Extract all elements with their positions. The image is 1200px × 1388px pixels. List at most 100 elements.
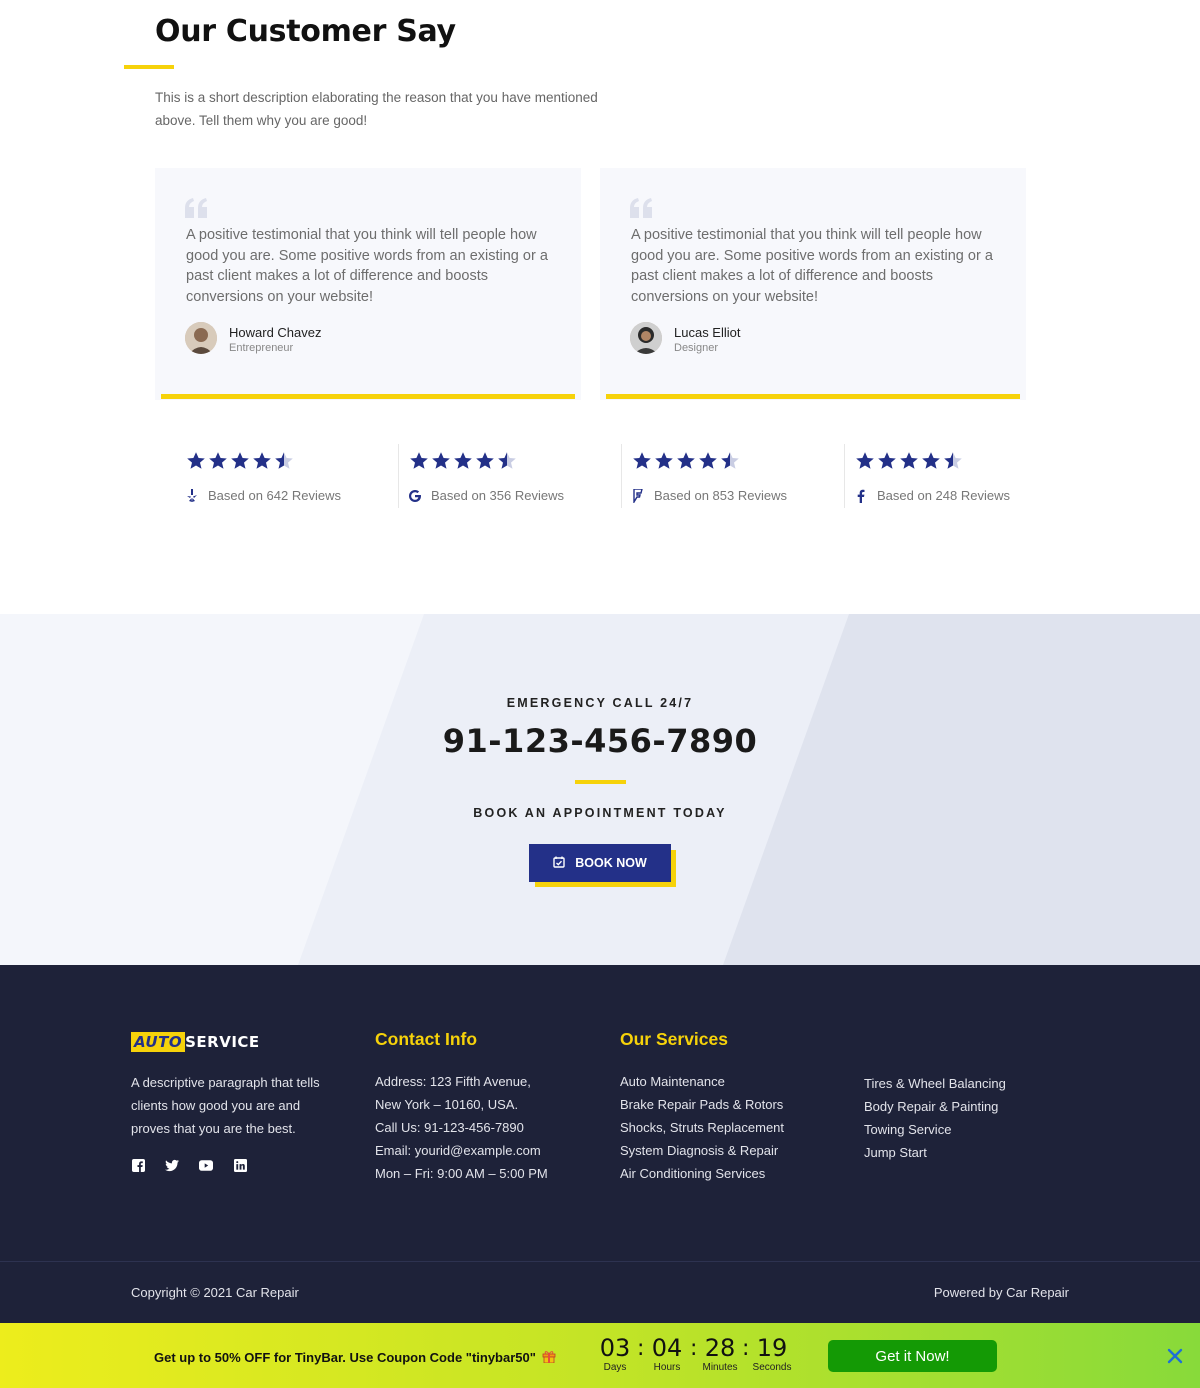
rating-block-foursquare: Based on 853 Reviews xyxy=(622,444,845,508)
star-icon xyxy=(231,452,249,469)
countdown-seconds: 19 Seconds xyxy=(750,1335,794,1373)
countdown-unit: Seconds xyxy=(752,1362,792,1373)
countdown-value: 28 xyxy=(704,1334,736,1362)
star-icon xyxy=(187,452,205,469)
star-rating xyxy=(632,451,740,471)
testimonial-text: A positive testimonial that you think wi… xyxy=(186,227,548,306)
testimonial-card: A positive testimonial that you think wi… xyxy=(155,168,581,400)
emergency-label: EMERGENCY CALL 24/7 xyxy=(506,696,694,710)
star-icon xyxy=(209,452,227,469)
avatar xyxy=(185,322,217,354)
book-now-label: BOOK NOW xyxy=(575,856,647,870)
countdown-unit: Minutes xyxy=(702,1362,738,1373)
star-icon xyxy=(922,452,940,469)
service-link[interactable]: Brake Repair Pads & Rotors xyxy=(620,1093,784,1116)
star-icon xyxy=(699,452,717,469)
author-name: Howard Chavez xyxy=(229,325,322,340)
services-list: Auto Maintenance Brake Repair Pads & Rot… xyxy=(620,1070,784,1185)
calendar-check-icon xyxy=(553,856,565,871)
service-link[interactable]: Auto Maintenance xyxy=(620,1070,784,1093)
star-icon xyxy=(454,452,472,469)
star-icon xyxy=(878,452,896,469)
service-link[interactable]: System Diagnosis & Repair xyxy=(620,1139,784,1162)
star-icon xyxy=(655,452,673,469)
star-icon xyxy=(410,452,428,469)
contact-address-line1: Address: 123 Fifth Avenue, xyxy=(375,1074,531,1089)
facebook-icon xyxy=(855,489,867,503)
foursquare-icon xyxy=(632,488,644,503)
twitter-icon[interactable] xyxy=(165,1158,179,1172)
countdown-value: 19 xyxy=(756,1334,788,1362)
contact-email[interactable]: Email: yourid@example.com xyxy=(375,1139,548,1162)
service-link[interactable]: Shocks, Struts Replacement xyxy=(620,1116,784,1139)
promo-bar: Get up to 50% OFF for TinyBar. Use Coupo… xyxy=(0,1323,1200,1388)
service-link[interactable]: Jump Start xyxy=(864,1141,1006,1164)
close-icon[interactable] xyxy=(1166,1347,1184,1365)
site-footer: AUTO SERVICE A descriptive paragraph tha… xyxy=(0,965,1200,1323)
yelp-icon xyxy=(186,488,198,503)
review-count: Based on 853 Reviews xyxy=(654,488,787,503)
footer-divider xyxy=(0,1261,1200,1262)
facebook-icon[interactable] xyxy=(131,1158,145,1172)
star-icon xyxy=(432,452,450,469)
contact-list: Address: 123 Fifth Avenue, New York – 10… xyxy=(375,1070,548,1185)
emergency-section: EMERGENCY CALL 24/7 91-123-456-7890 BOOK… xyxy=(0,614,1200,965)
review-count: Based on 356 Reviews xyxy=(431,488,564,503)
countdown-value: 04 xyxy=(651,1334,683,1362)
service-link[interactable]: Body Repair & Painting xyxy=(864,1095,1006,1118)
countdown-separator: : xyxy=(690,1336,698,1361)
contact-heading: Contact Info xyxy=(375,1029,478,1049)
social-links xyxy=(131,1158,247,1172)
copyright-text: Copyright © 2021 Car Repair xyxy=(131,1285,299,1300)
promo-message: Get up to 50% OFF for TinyBar. Use Coupo… xyxy=(154,1349,556,1366)
book-now-button[interactable]: BOOK NOW xyxy=(529,844,671,882)
site-logo[interactable]: AUTO SERVICE xyxy=(131,1032,260,1052)
countdown-separator: : xyxy=(637,1336,645,1361)
services-list-2: Tires & Wheel Balancing Body Repair & Pa… xyxy=(864,1072,1006,1164)
get-it-now-button[interactable]: Get it Now! xyxy=(828,1340,997,1372)
service-link[interactable]: Towing Service xyxy=(864,1118,1006,1141)
google-icon xyxy=(409,489,421,503)
star-icon xyxy=(856,452,874,469)
title-underline xyxy=(124,65,174,69)
testimonial-text: A positive testimonial that you think wi… xyxy=(631,227,993,306)
rating-block-google: Based on 356 Reviews xyxy=(399,444,622,508)
star-icon xyxy=(476,452,494,469)
countdown-value: 03 xyxy=(599,1334,631,1362)
avatar xyxy=(630,322,662,354)
star-icon xyxy=(944,452,962,469)
emergency-phone[interactable]: 91-123-456-7890 xyxy=(0,722,1200,760)
linkedin-icon[interactable] xyxy=(233,1158,247,1172)
logo-auto: AUTO xyxy=(131,1032,186,1052)
star-rating xyxy=(855,451,963,471)
service-link[interactable]: Tires & Wheel Balancing xyxy=(864,1072,1006,1095)
card-accent-bar xyxy=(606,394,1020,399)
star-icon xyxy=(721,452,739,469)
section-description: This is a short description elaborating … xyxy=(155,90,598,128)
powered-by-text: Powered by Car Repair xyxy=(933,1285,1069,1300)
background-shapes xyxy=(298,614,1200,965)
star-icon xyxy=(677,452,695,469)
countdown-days: 03 Days xyxy=(593,1335,637,1373)
phone-underline xyxy=(575,780,626,784)
star-rating xyxy=(409,451,517,471)
card-accent-bar xyxy=(161,394,575,399)
author-role: Designer xyxy=(674,342,719,354)
youtube-icon[interactable] xyxy=(199,1158,213,1172)
review-count: Based on 642 Reviews xyxy=(208,488,341,503)
countdown-minutes: 28 Minutes xyxy=(698,1335,742,1373)
author-role: Entrepreneur xyxy=(229,342,294,354)
service-link[interactable]: Air Conditioning Services xyxy=(620,1162,784,1185)
star-icon xyxy=(253,452,271,469)
contact-phone[interactable]: Call Us: 91-123-456-7890 xyxy=(375,1116,548,1139)
star-icon xyxy=(275,452,293,469)
review-count: Based on 248 Reviews xyxy=(877,488,1010,503)
contact-address-line2: New York – 10160, USA. xyxy=(375,1097,519,1113)
footer-description: A descriptive paragraph that tells clien… xyxy=(131,1075,320,1136)
star-icon xyxy=(498,452,516,469)
author-name: Lucas Elliot xyxy=(674,325,741,340)
section-title: Our Customer Say xyxy=(155,14,456,49)
star-icon xyxy=(633,452,651,469)
countdown-unit: Days xyxy=(603,1362,627,1373)
contact-hours: Mon – Fri: 9:00 AM – 5:00 PM xyxy=(375,1166,548,1182)
